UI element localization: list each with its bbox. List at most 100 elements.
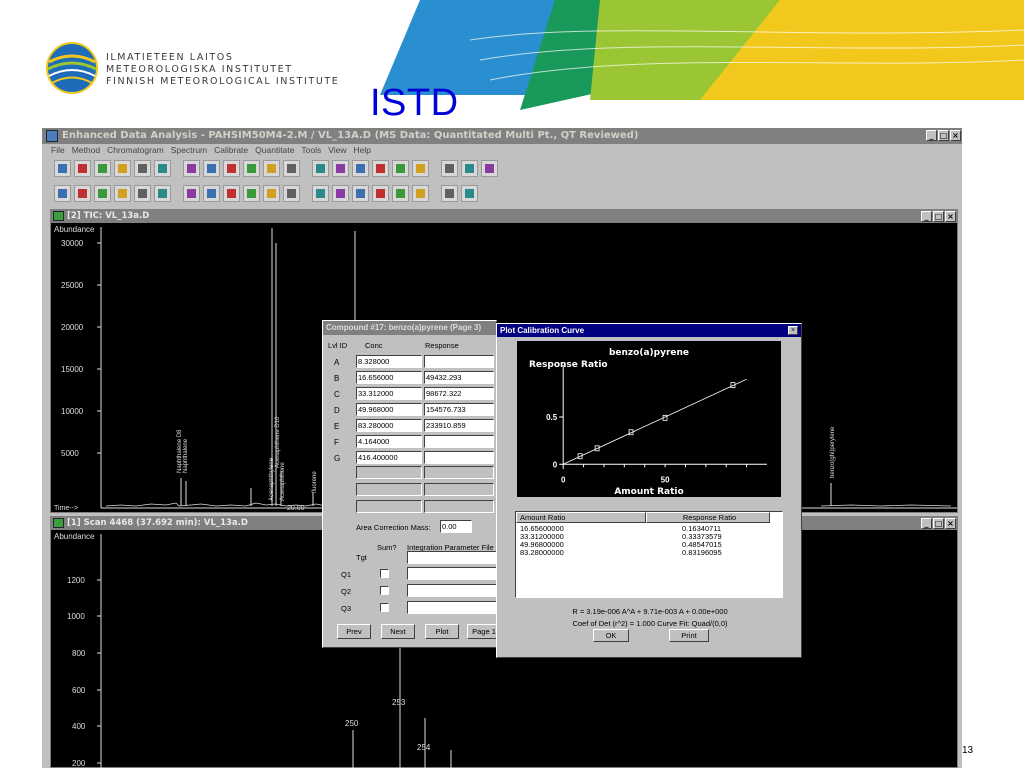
window-icon[interactable] <box>243 159 260 177</box>
q1-label: Q1 <box>341 570 352 579</box>
library-icon[interactable] <box>203 184 220 202</box>
calib-icon[interactable] <box>312 184 329 202</box>
peak-icon[interactable] <box>392 159 409 177</box>
level-conc-field[interactable]: 49.968000 <box>356 403 422 416</box>
open-icon[interactable] <box>74 159 91 177</box>
graph-icon[interactable] <box>352 159 369 177</box>
minimize-button[interactable]: _ <box>926 130 937 141</box>
menu-help[interactable]: Help <box>354 144 371 156</box>
menu-spectrum[interactable]: Spectrum <box>171 144 207 156</box>
report3-icon[interactable] <box>441 184 458 202</box>
list-icon[interactable] <box>312 159 329 177</box>
list-item[interactable]: 83.28000000 0.83196095 <box>520 548 770 557</box>
menu-file[interactable]: File <box>51 144 65 156</box>
color-icon[interactable] <box>263 159 280 177</box>
level-response-field[interactable] <box>424 355 494 368</box>
go-icon[interactable] <box>203 159 220 177</box>
report-icon[interactable] <box>54 159 71 177</box>
q3-integration-field[interactable] <box>407 601 497 614</box>
plot-button[interactable]: Plot <box>425 624 459 639</box>
edit-icon[interactable] <box>283 184 300 202</box>
monitor-icon[interactable] <box>332 159 349 177</box>
next-button[interactable]: Next <box>381 624 415 639</box>
scan-minimize-button[interactable]: _ <box>921 518 932 529</box>
page-icon[interactable] <box>263 184 280 202</box>
copy-icon[interactable] <box>154 159 171 177</box>
peak2-icon[interactable] <box>183 184 200 202</box>
hammer3-icon[interactable] <box>481 159 498 177</box>
print-icon[interactable] <box>134 159 151 177</box>
prev-button[interactable]: Prev <box>337 624 371 639</box>
scan-maximize-button[interactable]: □ <box>933 518 944 529</box>
docs3-icon[interactable] <box>392 184 409 202</box>
help-icon[interactable] <box>461 184 478 202</box>
scan-y-tick: 600 <box>72 686 86 695</box>
list-header-response[interactable]: Response Ratio <box>646 512 770 523</box>
menu-tools[interactable]: Tools <box>301 144 321 156</box>
menu-method[interactable]: Method <box>72 144 100 156</box>
tic-maximize-button[interactable]: □ <box>933 211 944 222</box>
menu-calibrate[interactable]: Calibrate <box>214 144 248 156</box>
save-icon[interactable] <box>94 159 111 177</box>
hammer1-icon[interactable] <box>441 159 458 177</box>
image-icon[interactable] <box>372 159 389 177</box>
scan-y-tick: 400 <box>72 722 86 731</box>
menu-quantitate[interactable]: Quantitate <box>255 144 294 156</box>
close-button[interactable]: × <box>950 130 961 141</box>
area-correction-field[interactable]: 0.00 <box>440 520 472 533</box>
level-response-field[interactable] <box>424 435 494 448</box>
toolbar-2 <box>42 182 962 204</box>
level-conc-field[interactable]: 33.312000 <box>356 387 422 400</box>
level-response-field[interactable]: 233910.859 <box>424 419 494 432</box>
menu-chromatogram[interactable]: Chromatogram <box>107 144 164 156</box>
spectra-icon[interactable] <box>114 184 131 202</box>
docs-icon[interactable] <box>352 184 369 202</box>
print-button[interactable]: Print <box>669 629 709 642</box>
calibration-list[interactable]: Amount Ratio Response Ratio 16.65600000 0… <box>515 511 783 598</box>
q1-sum-checkbox[interactable] <box>380 569 389 578</box>
level-conc-field[interactable]: 8.328000 <box>356 355 422 368</box>
report2-icon[interactable] <box>412 184 429 202</box>
stop-icon[interactable] <box>223 159 240 177</box>
quant-icon[interactable] <box>332 184 349 202</box>
menu-view[interactable]: View <box>328 144 346 156</box>
level-conc-field[interactable]: 416.400000 <box>356 451 422 464</box>
level-response-field[interactable] <box>424 451 494 464</box>
institute-line-sv: METEOROLOGISKA INSTITUTET <box>106 64 293 75</box>
tic-y-label: Abundance <box>54 225 95 234</box>
chart-icon[interactable] <box>183 159 200 177</box>
bank-icon[interactable] <box>223 184 240 202</box>
calibration-close-button[interactable]: × <box>788 326 798 335</box>
q2-sum-checkbox[interactable] <box>380 586 389 595</box>
sample-icon[interactable] <box>412 159 429 177</box>
level-response-field[interactable]: 49432.293 <box>424 371 494 384</box>
scan-close-button[interactable]: × <box>945 518 956 529</box>
tile-icon[interactable] <box>283 159 300 177</box>
q1-integration-field[interactable] <box>407 567 497 580</box>
scan-window-title: [1] Scan 4468 (37.692 min): VL_13a.D <box>67 518 248 528</box>
camera-icon[interactable] <box>114 159 131 177</box>
integrate-icon[interactable] <box>154 184 171 202</box>
level-response-field[interactable]: 154576.733 <box>424 403 494 416</box>
list-header-amount[interactable]: Amount Ratio <box>516 512 646 523</box>
q3-sum-checkbox[interactable] <box>380 603 389 612</box>
q2-integration-field[interactable] <box>407 584 497 597</box>
hammer2-icon[interactable] <box>461 159 478 177</box>
level-response-field[interactable]: 98672.322 <box>424 387 494 400</box>
level-conc-field[interactable]: 16.656000 <box>356 371 422 384</box>
tic-close-button[interactable]: × <box>945 211 956 222</box>
tic-window-buttons: _ □ × <box>921 211 956 222</box>
ok-button[interactable]: OK <box>593 629 629 642</box>
level-id: D <box>334 406 340 415</box>
overlay-icon[interactable] <box>94 184 111 202</box>
level-conc-field[interactable]: 4.164000 <box>356 435 422 448</box>
chrom-icon[interactable] <box>54 184 71 202</box>
flag-icon[interactable] <box>134 184 151 202</box>
level-conc-field[interactable]: 83.280000 <box>356 419 422 432</box>
tgt-integration-field[interactable] <box>407 551 497 564</box>
maximize-button[interactable]: □ <box>938 130 949 141</box>
tic-minimize-button[interactable]: _ <box>921 211 932 222</box>
bank2-icon[interactable] <box>243 184 260 202</box>
scan-icon[interactable] <box>74 184 91 202</box>
docs2-icon[interactable] <box>372 184 389 202</box>
